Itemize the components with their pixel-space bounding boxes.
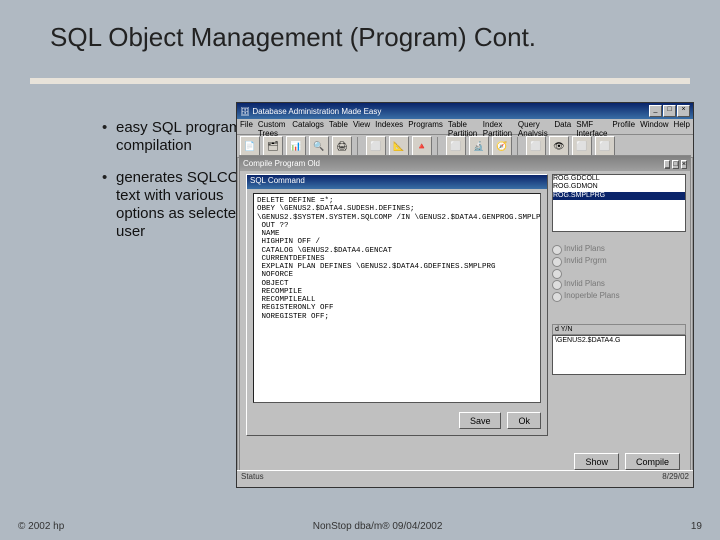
app-title: 🗄 Database Administration Made Easy <box>240 107 381 116</box>
app-icon: 🗄 <box>240 107 252 116</box>
radio-group: Invlid Plans Invlid Prgrm Invlid Plans I… <box>552 244 686 300</box>
compile-window: Compile Program Old _ □ × SQL Command DE… <box>239 155 691 477</box>
menu-bar[interactable]: File Custom Trees Catalogs Table View In… <box>237 119 693 135</box>
toolbar-icon[interactable]: ⬜ <box>572 136 592 156</box>
sql-titlebar[interactable]: SQL Command <box>247 175 547 189</box>
toolbar-icon[interactable]: 🧭 <box>492 136 512 156</box>
program-listbox[interactable]: ROG.GDCOLL ROG.GDMON ROG.SMPLPRG <box>552 174 686 232</box>
toolbar-separator <box>357 137 361 155</box>
radio-option[interactable]: Inoperble Plans <box>552 291 686 300</box>
page-number: 19 <box>691 521 702 532</box>
show-button[interactable]: Show <box>574 453 619 470</box>
compile-button[interactable]: Compile <box>625 453 680 470</box>
app-window: 🗄 Database Administration Made Easy _ □ … <box>236 102 694 488</box>
table-header: d Y/N <box>552 324 686 335</box>
menu-item[interactable]: View <box>353 120 370 133</box>
close-icon[interactable]: × <box>677 105 690 117</box>
list-item[interactable]: ROG.SMPLPRG <box>553 192 685 200</box>
toolbar-separator <box>437 137 441 155</box>
minimize-icon[interactable]: _ <box>664 160 670 169</box>
maximize-icon[interactable]: □ <box>672 160 678 169</box>
copyright: © 2002 hp <box>18 521 64 532</box>
menu-item[interactable]: Table Partition <box>448 120 478 133</box>
toolbar-separator <box>517 137 521 155</box>
status-date: 8/29/02 <box>662 472 689 486</box>
sql-command-window: SQL Command DELETE DEFINE =*; OBEY \GENU… <box>246 174 548 436</box>
menu-item[interactable]: File <box>240 120 253 133</box>
menu-item[interactable]: SMF Interface <box>576 120 607 133</box>
slide-footer: © 2002 hp NonStop dba/m® 09/04/2002 19 <box>0 521 720 532</box>
compile-titlebar[interactable]: Compile Program Old _ □ × <box>240 156 690 171</box>
menu-item[interactable]: Query Analysis <box>518 120 549 133</box>
status-bar: Status 8/29/02 <box>237 470 693 487</box>
sql-textarea[interactable]: DELETE DEFINE =*; OBEY \GENUS2.$DATA4.SU… <box>253 193 541 403</box>
ok-button[interactable]: Ok <box>507 412 541 429</box>
radio-option[interactable]: Invlid Plans <box>552 279 686 288</box>
toolbar-icon[interactable]: ⬜ <box>366 136 386 156</box>
menu-item[interactable]: Window <box>640 120 668 133</box>
maximize-icon[interactable]: □ <box>663 105 676 117</box>
app-titlebar[interactable]: 🗄 Database Administration Made Easy _ □ … <box>237 103 693 119</box>
list-item[interactable]: ROG.GDMON <box>553 183 685 191</box>
right-panel: ROG.GDCOLL ROG.GDMON ROG.SMPLPRG Invlid … <box>552 174 686 375</box>
footer-center: NonStop dba/m® 09/04/2002 <box>313 521 443 532</box>
page-title: SQL Object Management (Program) Cont. <box>0 0 720 63</box>
accent-bar <box>30 78 690 84</box>
toolbar-icon[interactable]: 📐 <box>389 136 409 156</box>
toolbar-icon[interactable]: 📊 <box>286 136 306 156</box>
toolbar-icon[interactable]: 🗂 <box>263 136 283 156</box>
radio-option[interactable]: Invlid Plans <box>552 244 686 253</box>
compile-title: Compile Program Old <box>243 159 320 168</box>
menu-item[interactable]: Data <box>554 120 571 133</box>
minimize-icon[interactable]: _ <box>649 105 662 117</box>
save-button[interactable]: Save <box>459 412 502 429</box>
toolbar-icon[interactable]: ⬜ <box>446 136 466 156</box>
toolbar-icon[interactable]: 🔺 <box>412 136 432 156</box>
menu-item[interactable]: Custom Trees <box>258 120 287 133</box>
radio-option[interactable]: Invlid Prgrm <box>552 256 686 265</box>
list-item[interactable]: ROG.GDCOLL <box>553 175 685 183</box>
menu-item[interactable]: Help <box>674 120 690 133</box>
toolbar-icon[interactable]: ⬜ <box>526 136 546 156</box>
menu-item[interactable]: Profile <box>612 120 635 133</box>
menu-item[interactable]: Catalogs <box>292 120 324 133</box>
toolbar-icon[interactable]: 🔬 <box>469 136 489 156</box>
menu-item[interactable]: Indexes <box>375 120 403 133</box>
toolbar-icon[interactable]: ⬜ <box>595 136 615 156</box>
defines-table: d Y/N \GENUS2.$DATA4.G <box>552 324 686 375</box>
toolbar-icon[interactable]: 👁 <box>549 136 569 156</box>
menu-item[interactable]: Programs <box>408 120 443 133</box>
toolbar-icon[interactable]: 📄 <box>240 136 260 156</box>
toolbar-icon[interactable]: 🔍 <box>309 136 329 156</box>
close-icon[interactable]: × <box>681 160 687 169</box>
table-cell[interactable]: \GENUS2.$DATA4.G <box>552 335 686 375</box>
toolbar-icon[interactable]: 🖨 <box>332 136 352 156</box>
menu-item[interactable]: Index Partition <box>483 120 513 133</box>
status-text: Status <box>241 472 264 486</box>
menu-item[interactable]: Table <box>329 120 348 133</box>
